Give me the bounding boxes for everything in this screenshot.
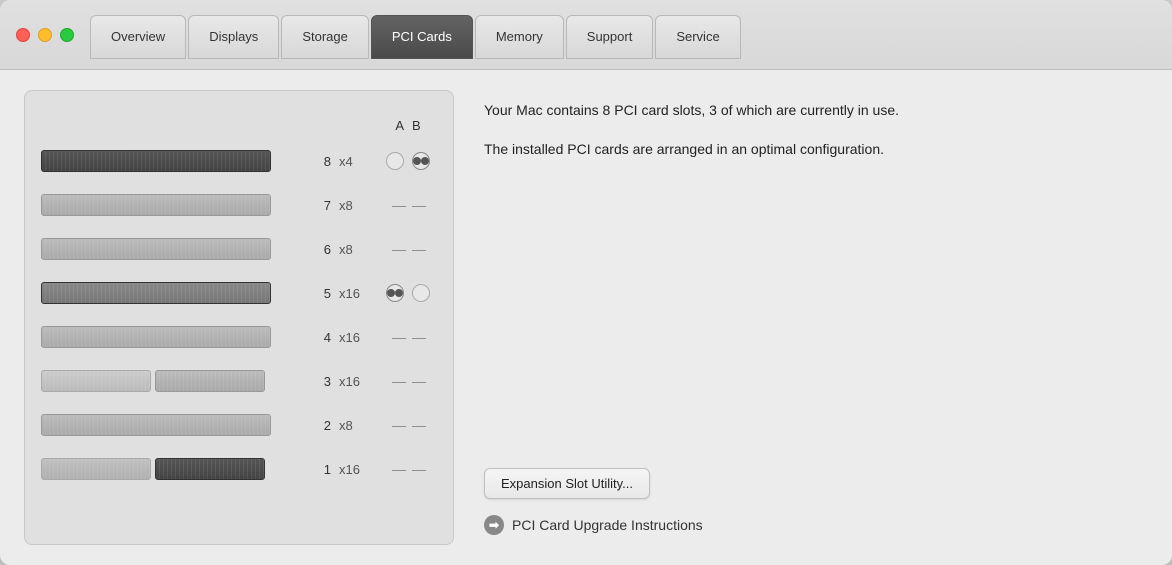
slot-row-7: 7 x8 — — [41,183,437,227]
pci-slots-panel: A B 8 x4 [24,90,454,545]
slot-6-dash-b: — [412,241,424,257]
slot-7-dash-a: — [392,197,404,213]
content-area: A B 8 x4 [0,70,1172,565]
slot-6-dash-a: — [392,241,404,257]
slot-3-cards [41,370,305,392]
slot-6-speed: x8 [339,242,371,257]
slot-5-indicators [379,284,437,302]
col-b-header: B [412,118,421,133]
slot-4-num: 4 [313,330,331,345]
maximize-button[interactable] [60,28,74,42]
slot-3-indicators: — — [379,373,437,389]
slot-5-radio-a[interactable] [386,284,404,302]
tab-pci-cards[interactable]: PCI Cards [371,15,473,59]
slot-row-3: 3 x16 — — [41,359,437,403]
slot-7-indicators: — — [379,197,437,213]
slot-1-num: 1 [313,462,331,477]
slot-8-cards [41,150,305,172]
slot-1-speed: x16 [339,462,371,477]
slot-7-cards [41,194,305,216]
slot-row-5: 5 x16 [41,271,437,315]
slot-4-indicators: — — [379,329,437,345]
upgrade-link-label: PCI Card Upgrade Instructions [512,517,703,533]
slot-6-indicators: — — [379,241,437,257]
tab-overview[interactable]: Overview [90,15,186,59]
tab-service[interactable]: Service [655,15,740,59]
description-text-2: The installed PCI cards are arranged in … [484,139,1148,160]
slot-2-dash-a: — [392,417,404,433]
tab-storage[interactable]: Storage [281,15,369,59]
slot-7-speed: x8 [339,198,371,213]
slot-1-dash-a: — [392,461,404,477]
slot-4-dash-b: — [412,329,424,345]
column-headers: A B [41,111,437,139]
slot-8-radio-b[interactable] [412,152,430,170]
tab-memory[interactable]: Memory [475,15,564,59]
slot-row-2: 2 x8 — — [41,403,437,447]
titlebar: Overview Displays Storage PCI Cards Memo… [0,0,1172,70]
slot-5-radio-b[interactable] [412,284,430,302]
col-a-header: A [395,118,404,133]
description-text-1: Your Mac contains 8 PCI card slots, 3 of… [484,100,1148,121]
slot-8-radio-a[interactable] [386,152,404,170]
slot-2-speed: x8 [339,418,371,433]
slot-7-dash-b: — [412,197,424,213]
slot-8-card [41,150,271,172]
tab-bar: Overview Displays Storage PCI Cards Memo… [90,13,1156,57]
slot-6-num: 6 [313,242,331,257]
slot-4-dash-a: — [392,329,404,345]
slot-2-num: 2 [313,418,331,433]
slot-5-cards [41,282,305,304]
slot-2-indicators: — — [379,417,437,433]
slot-6-card [41,238,271,260]
slot-6-cards [41,238,305,260]
slot-3-speed: x16 [339,374,371,389]
slot-1-indicators: — — [379,461,437,477]
slot-8-num: 8 [313,154,331,169]
slot-3-card-right [155,370,265,392]
description-area: Your Mac contains 8 PCI card slots, 3 of… [484,100,1148,178]
slot-7-num: 7 [313,198,331,213]
slot-row-8: 8 x4 [41,139,437,183]
bottom-actions: Expansion Slot Utility... ➡ PCI Card Upg… [484,468,1148,535]
slot-4-speed: x16 [339,330,371,345]
slot-7-card [41,194,271,216]
right-panel: Your Mac contains 8 PCI card slots, 3 of… [484,90,1148,545]
slot-2-dash-b: — [412,417,424,433]
slot-5-card [41,282,271,304]
expansion-slot-utility-button[interactable]: Expansion Slot Utility... [484,468,650,499]
slot-1-dash-b: — [412,461,424,477]
slot-3-dash-a: — [392,373,404,389]
traffic-lights [16,28,74,42]
upgrade-icon: ➡ [484,515,504,535]
slot-row-1: 1 x16 — — [41,447,437,491]
slot-8-indicators [379,152,437,170]
ab-headers: A B [379,118,437,133]
slot-1-card-left [41,458,151,480]
slot-3-num: 3 [313,374,331,389]
slot-2-cards [41,414,305,436]
slot-1-cards [41,458,305,480]
slot-1-card-right [155,458,265,480]
window: Overview Displays Storage PCI Cards Memo… [0,0,1172,565]
minimize-button[interactable] [38,28,52,42]
upgrade-link[interactable]: ➡ PCI Card Upgrade Instructions [484,515,1148,535]
slot-row-6: 6 x8 — — [41,227,437,271]
slot-5-num: 5 [313,286,331,301]
slot-4-card [41,326,271,348]
slot-row-4: 4 x16 — — [41,315,437,359]
slot-2-card [41,414,271,436]
slot-3-card-left [41,370,151,392]
tab-support[interactable]: Support [566,15,654,59]
slot-5-speed: x16 [339,286,371,301]
tab-displays[interactable]: Displays [188,15,279,59]
close-button[interactable] [16,28,30,42]
slot-8-speed: x4 [339,154,371,169]
slot-3-dash-b: — [412,373,424,389]
slot-4-cards [41,326,305,348]
